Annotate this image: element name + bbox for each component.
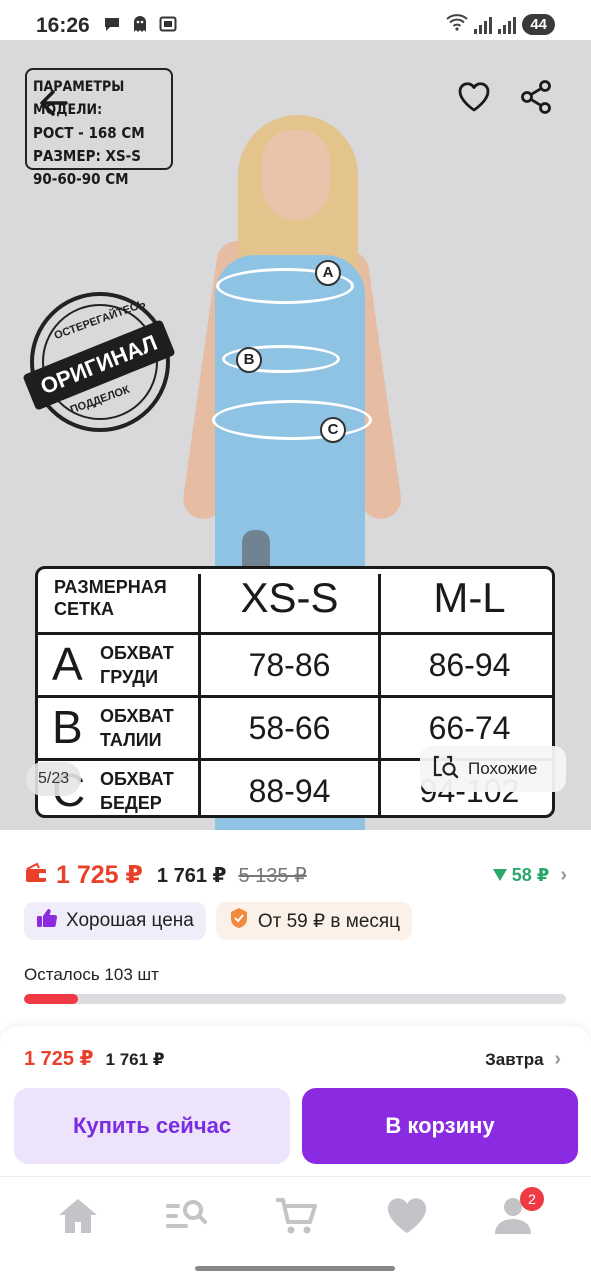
installment-badge[interactable]: От 59 ₽ в месяц	[215, 902, 413, 940]
wallet-icon	[24, 862, 48, 889]
profile-notification-badge: 2	[520, 1187, 544, 1211]
installment-label: От 59 ₽ в месяц	[257, 910, 401, 932]
sheet-price-main: 1 725 ₽	[24, 1048, 94, 1070]
measure-line-hips	[212, 400, 372, 440]
size-col-xs-s: XS-S	[198, 574, 378, 640]
stock-progress-bar	[24, 994, 566, 1004]
chevron-right-icon: ›	[554, 1048, 561, 1070]
product-image-gallery[interactable]: A B C ПАРАМЕТРЫ МОДЕЛИ: РОСТ - 168 СМ РА…	[0, 40, 591, 830]
ghost-icon	[130, 15, 150, 33]
gallery-page-counter: 5/23	[26, 762, 82, 796]
status-system-icons: 44	[446, 13, 555, 36]
good-price-badge[interactable]: Хорошая цена	[24, 902, 206, 940]
status-notification-icons	[102, 15, 178, 33]
stock-progress-fill	[24, 994, 79, 1004]
model-params-measurements: 90-60-90 СМ	[33, 170, 129, 188]
size-value: 58-66	[198, 698, 378, 758]
price-drop-value: 58 ₽	[511, 864, 550, 885]
sheet-price-alt: 1 761 ₽	[105, 1050, 165, 1069]
share-icon[interactable]	[516, 77, 556, 117]
measure-label-a: A	[315, 260, 341, 286]
good-price-label: Хорошая цена	[66, 910, 194, 931]
add-to-cart-button[interactable]: В корзину	[302, 1088, 578, 1164]
measure-label-c: C	[320, 417, 346, 443]
screenshot-icon	[158, 15, 178, 33]
price-row[interactable]: 1 725 ₽ 1 761 ₽ 5 135 ₽ 58 ₽ ›	[24, 858, 567, 892]
wifi-icon	[446, 13, 468, 36]
original-stamp: ОСТЕРЕГАЙТЕСЬ ОРИГИНАЛ ПОДДЕЛОК	[22, 292, 176, 432]
chevron-right-icon: ›	[560, 863, 567, 886]
size-col-m-l: M-L	[378, 574, 552, 640]
size-value: 78-86	[198, 635, 378, 695]
price-drop[interactable]: 58 ₽ ›	[492, 863, 567, 887]
favorites-icon[interactable]	[384, 1193, 430, 1239]
alternate-price: 1 761 ₽	[156, 864, 227, 887]
status-time: 16:26	[36, 14, 90, 37]
image-search-icon	[432, 754, 460, 785]
stock-remaining-label: Осталось 103 шт	[24, 965, 159, 984]
signal-icon	[474, 16, 493, 34]
price-badges: Хорошая цена От 59 ₽ в месяц	[24, 902, 413, 940]
size-table-header: РАЗМЕРНАЯ СЕТКА XS-S M-L	[38, 569, 552, 640]
cart-icon[interactable]	[273, 1193, 319, 1239]
size-row-letter: B	[52, 701, 83, 753]
size-row-label: ОБХВАТ ГРУДИ	[100, 643, 174, 687]
chat-bubble-icon	[102, 15, 122, 33]
installment-icon	[228, 907, 250, 935]
model-params-size: РАЗМЕР: XS-S	[33, 147, 142, 165]
size-value: 86-94	[378, 635, 552, 695]
measure-label-b: B	[236, 347, 262, 373]
back-arrow-icon[interactable]	[36, 85, 72, 128]
thumbs-up-icon	[36, 907, 58, 935]
favorite-heart-icon[interactable]	[454, 77, 494, 117]
delivery-date[interactable]: Завтра ›	[485, 1048, 561, 1071]
size-row-label: ОБХВАТ ТАЛИИ	[100, 706, 174, 750]
delivery-label: Завтра	[485, 1050, 544, 1069]
old-price: 5 135 ₽	[238, 864, 307, 887]
size-value: 88-94	[198, 761, 378, 815]
bottom-tab-bar: 2	[0, 1176, 591, 1256]
home-indicator	[195, 1266, 395, 1271]
current-price: 1 725 ₽	[56, 861, 143, 889]
size-row-letter: A	[52, 638, 83, 690]
sheet-price: 1 725 ₽ 1 761 ₽	[24, 1046, 165, 1071]
buy-now-button[interactable]: Купить сейчас	[14, 1088, 290, 1164]
size-row-a: A ОБХВАТ ГРУДИ 78-86 86-94	[38, 632, 552, 695]
similar-products-button[interactable]: Похожие	[420, 746, 566, 792]
size-row-label: ОБХВАТ БЕДЕР	[100, 769, 174, 813]
battery-indicator: 44	[522, 14, 555, 35]
similar-products-label: Похожие	[468, 759, 538, 778]
signal-roaming-icon	[498, 16, 517, 34]
triangle-down-icon	[492, 865, 507, 886]
home-icon[interactable]	[55, 1193, 101, 1239]
catalog-search-icon[interactable]	[163, 1193, 209, 1239]
